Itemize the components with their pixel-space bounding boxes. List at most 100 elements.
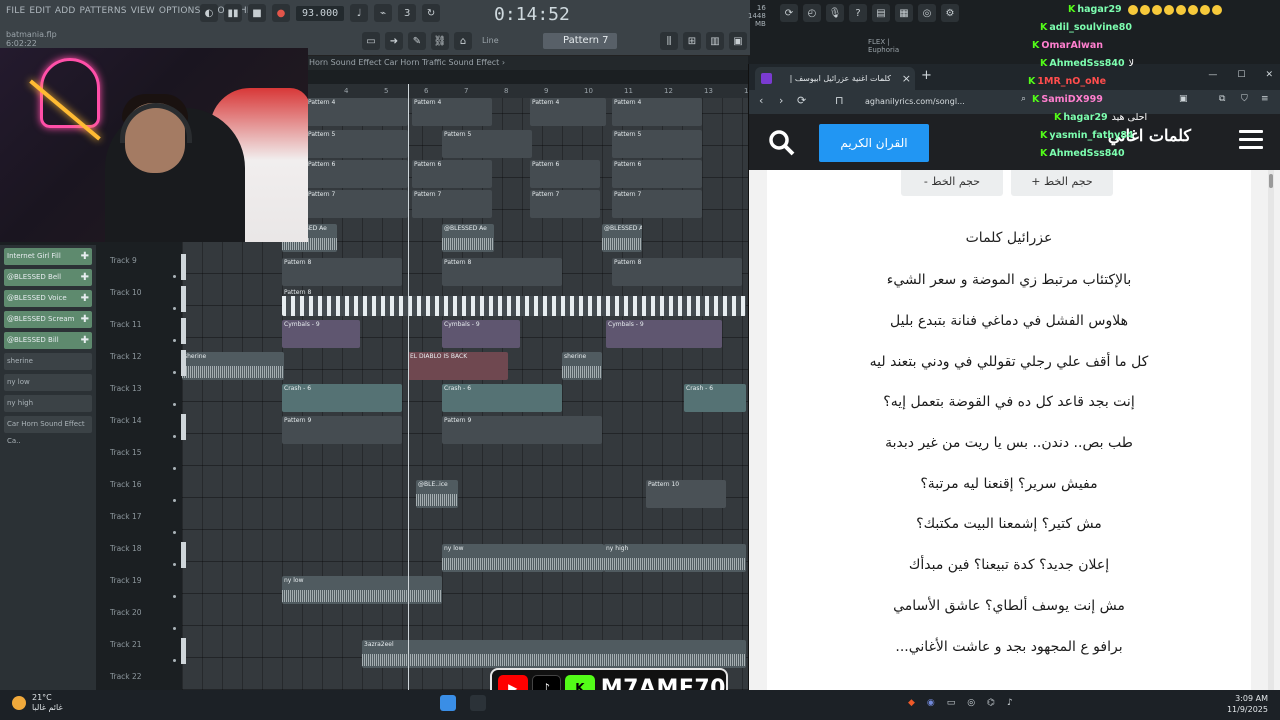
add-icon[interactable]: ✚ (81, 311, 89, 328)
add-icon[interactable]: ✚ (81, 332, 89, 349)
flex-preset[interactable]: FLEX | Euphoria (868, 38, 899, 54)
track-mute-toggle[interactable] (181, 254, 186, 280)
playlist-clip[interactable]: Pattern 5 (306, 130, 408, 158)
brave-icon[interactable]: ◆ (908, 698, 915, 708)
playlist-clip[interactable]: Pattern 9 (282, 416, 402, 444)
playlist-clip[interactable]: ny high (604, 544, 746, 572)
menu-edit[interactable]: EDIT (29, 6, 51, 16)
track-header[interactable]: Track 12 (106, 348, 186, 378)
stop-icon[interactable]: ■ (248, 4, 266, 22)
snap-mode[interactable]: Line (482, 36, 499, 45)
chat-username[interactable]: AhmedSss840 (1049, 58, 1124, 69)
piano-roll-icon[interactable]: ▥ (706, 32, 724, 50)
reload-icon[interactable]: ⟳ (797, 94, 806, 107)
track-mute-toggle[interactable] (181, 542, 186, 568)
playlist-clip[interactable]: Cymbals - 9 (606, 320, 722, 348)
link-icon[interactable]: ⛓ (431, 32, 449, 50)
timeline-ruler[interactable]: 4567891011121314 (306, 84, 753, 98)
playlist-clip[interactable]: Cymbals - 9 (442, 320, 520, 348)
timer-icon[interactable]: ◴ (803, 4, 821, 22)
add-icon[interactable]: ✚ (81, 248, 89, 265)
menu-add[interactable]: ADD (55, 6, 76, 16)
playlist-clip[interactable]: Crash - 6 (282, 384, 402, 412)
track-header[interactable]: Track 15 (106, 444, 182, 474)
steam-icon[interactable]: ◎ (967, 698, 975, 708)
forward-icon[interactable]: › (779, 94, 783, 107)
playlist-clip[interactable]: ny low (442, 544, 604, 572)
menu-view[interactable]: VIEW (131, 6, 155, 16)
playlist-clip[interactable]: sherine (562, 352, 602, 380)
maximize-icon[interactable]: ☐ (1237, 70, 1245, 80)
tempo-display[interactable]: 93.000 (296, 5, 345, 21)
channel-7[interactable]: ny high (4, 395, 92, 412)
pattern-selector[interactable]: Pattern 7 (543, 33, 617, 49)
channel-0[interactable]: Internet Girl Fill ✚ (4, 248, 92, 265)
track-header[interactable]: Track 17 (106, 508, 182, 538)
track-header[interactable]: Track 13 (106, 380, 182, 410)
chat-username[interactable]: 1MR_nO_oNe (1037, 76, 1106, 87)
add-icon[interactable]: ✚ (81, 269, 89, 286)
play-icon[interactable]: ▮▮ (224, 4, 242, 22)
playlist-clip[interactable]: Pattern 5 (612, 130, 702, 158)
playlist-clip[interactable]: Pattern 9 (442, 416, 602, 444)
search-taskbar-icon[interactable] (470, 695, 486, 711)
track-mute-toggle[interactable] (181, 414, 186, 440)
playlist-clip[interactable]: Pattern 4 (612, 98, 702, 126)
track-mute-toggle[interactable] (181, 638, 186, 664)
chat-username[interactable]: yasmin_fathy84 (1049, 130, 1133, 141)
refresh-icon[interactable]: ⟳ (780, 4, 798, 22)
browser-menu-icon[interactable]: ≡ (1261, 94, 1269, 104)
record-icon[interactable]: ● (272, 4, 290, 22)
chat-username[interactable]: OmarAlwan (1041, 40, 1103, 51)
close-window-icon[interactable]: ✕ (1265, 70, 1273, 80)
playlist-clip[interactable]: Pattern 10 (646, 480, 726, 508)
wait-icon[interactable]: ⌁ (374, 4, 393, 22)
browser-tab[interactable]: كلمات اغنية عزرائيل ابيوسف | كلما × (755, 67, 915, 106)
new-tab-icon[interactable]: + (921, 68, 932, 83)
track-mute-toggle[interactable] (181, 350, 186, 376)
track-header[interactable]: Track 11 (106, 316, 186, 346)
extensions-icon[interactable]: ⧉ (1219, 94, 1225, 104)
add-icon[interactable]: ✚ (81, 290, 89, 307)
channel-4[interactable]: @BLESSED Bill ✚ (4, 332, 92, 349)
minimize-icon[interactable]: — (1208, 70, 1217, 80)
hamburger-menu-icon[interactable] (1239, 130, 1263, 150)
track-header[interactable]: Track 14 (106, 412, 186, 442)
snap-icon[interactable]: ▭ (362, 32, 380, 50)
metronome-icon[interactable]: ♩ (350, 4, 369, 22)
quran-button[interactable]: القران الكريم (819, 124, 929, 162)
volume-icon[interactable]: ♪ (1007, 698, 1013, 708)
playlist-clip[interactable]: @BLE..ice (416, 480, 458, 508)
arrow-icon[interactable]: ➜ (385, 32, 403, 50)
page-scrollbar[interactable] (1268, 170, 1274, 690)
mic-icon[interactable]: 🎙 (826, 4, 844, 22)
playlist-clip[interactable]: Pattern 7 (612, 190, 702, 218)
pattern-song-toggle-icon[interactable]: ◐ (200, 4, 218, 22)
chat-icon[interactable]: ◎ (918, 4, 936, 22)
track-header[interactable]: Track 9 (106, 252, 186, 282)
track-header[interactable]: Track 21 (106, 636, 186, 666)
track-header[interactable]: Track 20 (106, 604, 182, 634)
playlist-clip[interactable]: EL DIABLO IS BACK (408, 352, 508, 380)
shield-icon[interactable]: ⛉ (1241, 94, 1248, 104)
network-icon[interactable]: ⌬ (987, 698, 995, 708)
windows-start-icon[interactable] (440, 695, 456, 711)
playlist-clip[interactable]: Pattern 7 (306, 190, 408, 218)
playlist-clip[interactable]: Pattern 7 (530, 190, 600, 218)
channel-6[interactable]: ny low (4, 374, 92, 391)
pencil-icon[interactable]: ✎ (408, 32, 426, 50)
chat-username[interactable]: hagar29 (1063, 112, 1107, 123)
playlist-clip[interactable]: Pattern 6 (612, 160, 702, 188)
playlist-clip[interactable]: Crash - 6 (684, 384, 746, 412)
font-decrease-button[interactable]: - حجم الخط (901, 170, 1003, 196)
playlist-clip[interactable]: Pattern 8 (442, 258, 562, 286)
playlist-clip[interactable]: Pattern 6 (530, 160, 600, 188)
channel-1[interactable]: @BLESSED Bell ✚ (4, 269, 92, 286)
playlist-clip[interactable]: Pattern 5 (442, 130, 532, 158)
loop-record-icon[interactable]: ↻ (422, 4, 441, 22)
address-bar[interactable]: aghanilyrics.com/songl... (857, 93, 1017, 111)
back-icon[interactable]: ‹ (759, 94, 763, 107)
track-mute-toggle[interactable] (181, 286, 186, 312)
chat-username[interactable]: adil_soulvine80 (1049, 22, 1132, 33)
chat-username[interactable]: hagar29 (1077, 4, 1121, 15)
